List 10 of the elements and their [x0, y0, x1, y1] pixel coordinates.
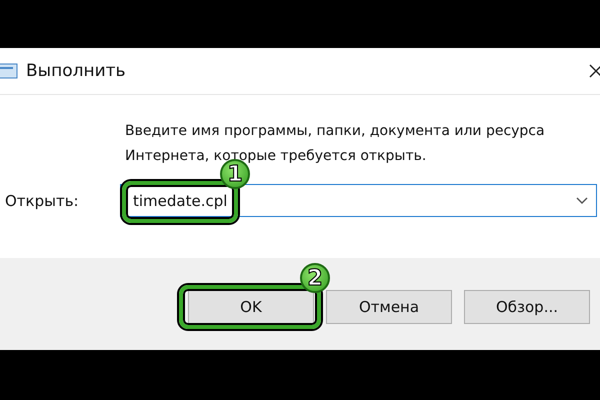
dialog-button[interactable]: Обзор...: [464, 290, 590, 324]
close-icon[interactable]: [588, 63, 600, 79]
dialog-button[interactable]: Отмена: [326, 290, 452, 324]
dropdown-caret-icon[interactable]: [576, 196, 588, 204]
step-badge: 2: [300, 263, 330, 293]
open-combobox[interactable]: timedate.cpl: [120, 184, 597, 217]
window-title: Выполнить: [26, 61, 126, 81]
run-icon: [0, 63, 18, 79]
field-label: Открыть:: [4, 192, 80, 210]
dialog-button[interactable]: OK: [188, 290, 314, 324]
